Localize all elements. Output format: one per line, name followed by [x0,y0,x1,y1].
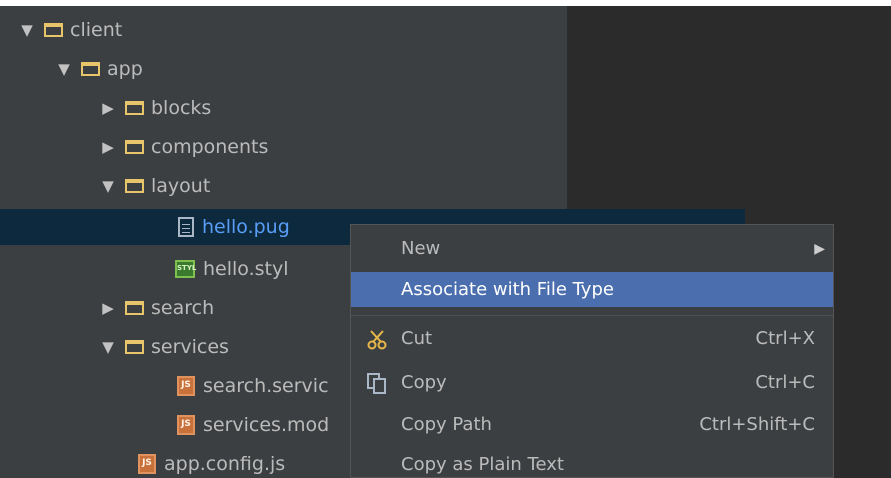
tree-item-label: search [151,296,215,319]
tree-item-label: search.servic [203,374,329,397]
folder-icon [44,22,63,37]
tree-item-label: hello.pug [202,216,290,238]
scissors-icon [365,327,389,351]
expand-arrow-icon[interactable]: ▼ [101,338,115,356]
menu-separator [351,315,833,316]
tree-item-label: app.config.js [164,452,286,475]
expand-arrow-icon[interactable]: ▼ [20,21,34,39]
tree-item-label: components [151,135,269,158]
js-file-icon: JS [177,414,195,435]
folder-icon [125,300,144,315]
expand-arrow-icon[interactable]: ▼ [57,60,71,78]
menu-item-copy[interactable]: Copy Ctrl+C [351,365,833,400]
context-menu: New ▶ Associate with File Type Cut Ctrl+… [350,224,834,478]
tree-item-layout[interactable]: ▼ layout [0,166,668,205]
js-file-icon: JS [138,453,156,474]
menu-item-copy-path[interactable]: Copy Path Ctrl+Shift+C [351,407,833,442]
collapse-arrow-icon[interactable]: ▶ [101,299,115,317]
tree-item-label: services [151,335,229,358]
folder-icon [125,178,144,193]
menu-item-new[interactable]: New ▶ [351,231,833,266]
copy-icon [365,371,389,395]
tree-item-label: services.mod [203,413,330,436]
submenu-arrow-icon: ▶ [814,240,825,257]
stylus-file-icon: STYL [175,259,196,278]
tree-item-components[interactable]: ▶ components [0,127,668,166]
collapse-arrow-icon[interactable]: ▶ [101,138,115,156]
tree-item-label: hello.styl [203,257,289,280]
menu-item-label: Cut [401,328,433,349]
menu-shortcut: Ctrl+Shift+C [699,414,815,435]
ide-window: ▼ client ▼ app ▶ blocks ▶ components ▼ l… [0,0,891,478]
tree-item-label: app [107,57,143,80]
tree-item-label: layout [151,174,211,197]
menu-item-label: Associate with File Type [401,279,614,300]
menu-item-label: Copy Path [401,414,492,435]
expand-arrow-icon[interactable]: ▼ [101,177,115,195]
folder-icon [125,339,144,354]
tree-item-app[interactable]: ▼ app [0,49,624,88]
menu-item-label: Copy as Plain Text [401,454,564,475]
menu-item-copy-plain-text[interactable]: Copy as Plain Text [351,447,833,477]
tree-item-label: client [70,18,123,41]
menu-item-cut[interactable]: Cut Ctrl+X [351,321,833,356]
folder-icon [125,100,144,115]
menu-item-label: Copy [401,372,447,393]
menu-item-label: New [401,238,441,259]
pug-file-icon [178,217,194,237]
js-file-icon: JS [177,375,195,396]
menu-shortcut: Ctrl+C [755,372,815,393]
tree-item-blocks[interactable]: ▶ blocks [0,88,668,127]
tree-item-label: blocks [151,96,212,119]
folder-icon [81,61,100,76]
folder-icon [125,139,144,154]
collapse-arrow-icon[interactable]: ▶ [101,99,115,117]
menu-item-associate-file-type[interactable]: Associate with File Type [351,272,833,307]
tree-item-client[interactable]: ▼ client [0,10,587,49]
menu-shortcut: Ctrl+X [755,328,815,349]
